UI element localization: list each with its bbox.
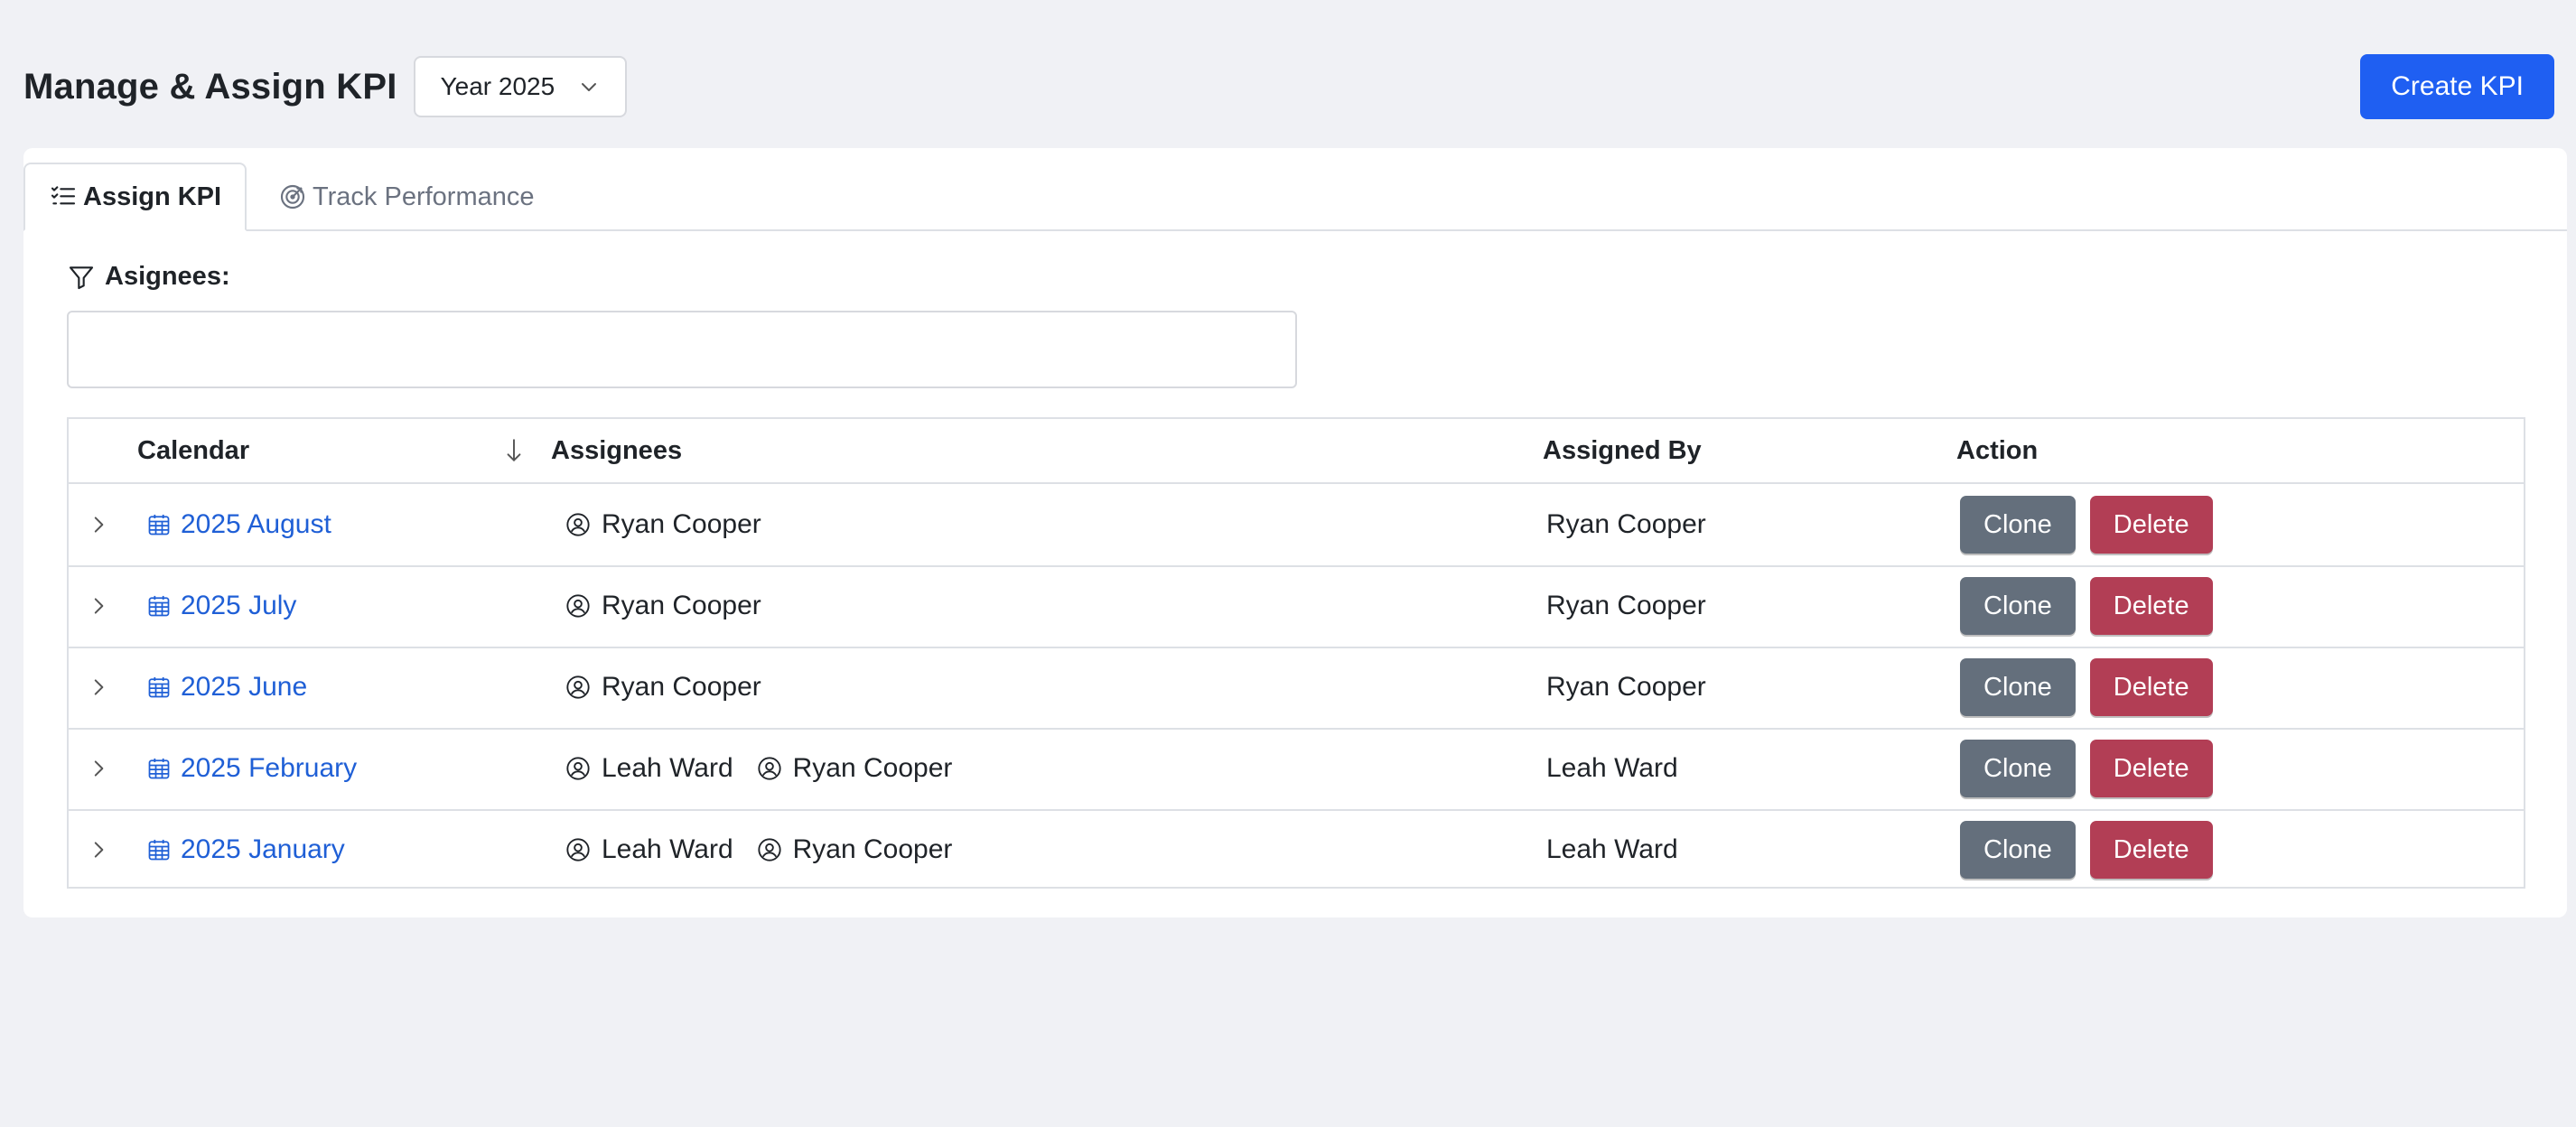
calendar-icon — [146, 837, 172, 862]
kpi-card: Assign KPI Track Performance Asignees: C… — [23, 148, 2567, 917]
column-header-assignees: Assignees — [551, 435, 683, 465]
table-row: 2025 February Leah Ward Ryan Cooper Leah… — [69, 728, 2524, 811]
assigned-by-cell: Leah Ward — [1546, 834, 1678, 864]
delete-button[interactable]: Delete — [2089, 577, 2213, 635]
calendar-link[interactable]: 2025 June — [146, 647, 307, 728]
assignee: Ryan Cooper — [565, 672, 761, 703]
user-circle-icon — [565, 756, 591, 781]
filter-label-text: Asignees: — [105, 262, 230, 291]
action-cell: Clone Delete — [1960, 565, 2213, 647]
user-circle-icon — [757, 756, 782, 781]
calendar-label: 2025 January — [181, 834, 345, 864]
calendar-icon — [146, 675, 172, 700]
calendar-link[interactable]: 2025 July — [146, 565, 296, 647]
user-circle-icon — [565, 593, 591, 619]
clone-button[interactable]: Clone — [1960, 740, 2076, 797]
calendar-label: 2025 June — [181, 672, 308, 702]
delete-button[interactable]: Delete — [2089, 821, 2213, 879]
calendar-icon — [146, 756, 172, 781]
action-cell: Clone Delete — [1960, 484, 2213, 565]
delete-button[interactable]: Delete — [2089, 740, 2213, 797]
expand-row-chevron-right-icon[interactable] — [87, 647, 110, 728]
assignees-cell: Leah Ward Ryan Cooper — [565, 809, 952, 890]
assignee-name: Leah Ward — [602, 753, 733, 783]
assignee-name: Ryan Cooper — [792, 753, 953, 783]
column-header-action: Action — [1956, 435, 2039, 465]
expand-row-chevron-right-icon[interactable] — [87, 809, 110, 890]
assignee: Ryan Cooper — [757, 834, 953, 865]
assigned-by-cell: Ryan Cooper — [1546, 672, 1706, 702]
tab-label: Assign KPI — [83, 182, 222, 211]
user-circle-icon — [565, 837, 591, 862]
calendar-link[interactable]: 2025 January — [146, 809, 345, 890]
filter-icon — [67, 263, 96, 292]
assigned-by-cell: Ryan Cooper — [1546, 509, 1706, 539]
assignees-cell: Leah Ward Ryan Cooper — [565, 728, 952, 809]
column-header-assigned-by: Assigned By — [1543, 435, 1702, 465]
assignees-cell: Ryan Cooper — [565, 484, 761, 565]
clone-button[interactable]: Clone — [1960, 496, 2076, 554]
assigned-by-cell: Leah Ward — [1546, 753, 1678, 783]
page-title: Manage & Assign KPI — [23, 66, 397, 107]
assignees-filter-input[interactable] — [67, 311, 1297, 388]
arrow-down-icon[interactable] — [502, 419, 526, 482]
table-header: Calendar Assignees Assigned By Action — [69, 419, 2524, 484]
assignee: Ryan Cooper — [565, 509, 761, 540]
tab-label: Track Performance — [313, 182, 535, 211]
create-kpi-button[interactable]: Create KPI — [2360, 54, 2554, 119]
calendar-icon — [146, 593, 172, 619]
assignee: Ryan Cooper — [757, 753, 953, 784]
clone-button[interactable]: Clone — [1960, 577, 2076, 635]
year-select-value: Year 2025 — [440, 72, 555, 100]
user-circle-icon — [757, 837, 782, 862]
calendar-link[interactable]: 2025 February — [146, 728, 357, 809]
clone-button[interactable]: Clone — [1960, 821, 2076, 879]
action-cell: Clone Delete — [1960, 647, 2213, 728]
action-cell: Clone Delete — [1960, 809, 2213, 890]
tab-assign-kpi[interactable]: Assign KPI — [23, 163, 247, 231]
user-circle-icon — [565, 675, 591, 700]
assignees-cell: Ryan Cooper — [565, 565, 761, 647]
column-header-calendar[interactable]: Calendar — [137, 419, 249, 482]
expand-row-chevron-right-icon[interactable] — [87, 565, 110, 647]
tab-track-performance[interactable]: Track Performance — [264, 163, 549, 231]
calendar-label: 2025 February — [181, 753, 358, 783]
calendar-icon — [146, 512, 172, 537]
assignee-name: Ryan Cooper — [602, 509, 761, 539]
target-icon — [278, 182, 307, 211]
assignee-name: Ryan Cooper — [602, 591, 761, 620]
assignee: Ryan Cooper — [565, 591, 761, 621]
calendar-label: 2025 July — [181, 591, 297, 620]
tab-bar: Assign KPI Track Performance — [23, 163, 2567, 231]
assignee-name: Ryan Cooper — [602, 672, 761, 702]
expand-row-chevron-right-icon[interactable] — [87, 484, 110, 565]
calendar-label: 2025 August — [181, 509, 331, 539]
year-select[interactable]: Year 2025 — [413, 56, 628, 117]
assignee-name: Leah Ward — [602, 834, 733, 864]
delete-button[interactable]: Delete — [2089, 496, 2213, 554]
calendar-link[interactable]: 2025 August — [146, 484, 331, 565]
chevron-down-icon — [578, 76, 600, 98]
page-header: Manage & Assign KPI Year 2025 — [23, 54, 628, 119]
assignees-cell: Ryan Cooper — [565, 647, 761, 728]
table-row: 2025 June Ryan Cooper Ryan Cooper Clone … — [69, 647, 2524, 730]
assigned-by-cell: Ryan Cooper — [1546, 591, 1706, 620]
delete-button[interactable]: Delete — [2089, 658, 2213, 716]
assignee: Leah Ward — [565, 834, 733, 865]
table-row: 2025 August Ryan Cooper Ryan Cooper Clon… — [69, 484, 2524, 567]
user-circle-icon — [565, 512, 591, 537]
kpi-table: Calendar Assignees Assigned By Action 20… — [67, 417, 2525, 889]
list-check-icon — [49, 182, 78, 211]
action-cell: Clone Delete — [1960, 728, 2213, 809]
expand-row-chevron-right-icon[interactable] — [87, 728, 110, 809]
table-row: 2025 July Ryan Cooper Ryan Cooper Clone … — [69, 565, 2524, 648]
clone-button[interactable]: Clone — [1960, 658, 2076, 716]
assignee: Leah Ward — [565, 753, 733, 784]
table-row: 2025 January Leah Ward Ryan Cooper Leah … — [69, 809, 2524, 890]
assignees-filter-label: Asignees: — [67, 262, 230, 292]
assignee-name: Ryan Cooper — [792, 834, 953, 864]
